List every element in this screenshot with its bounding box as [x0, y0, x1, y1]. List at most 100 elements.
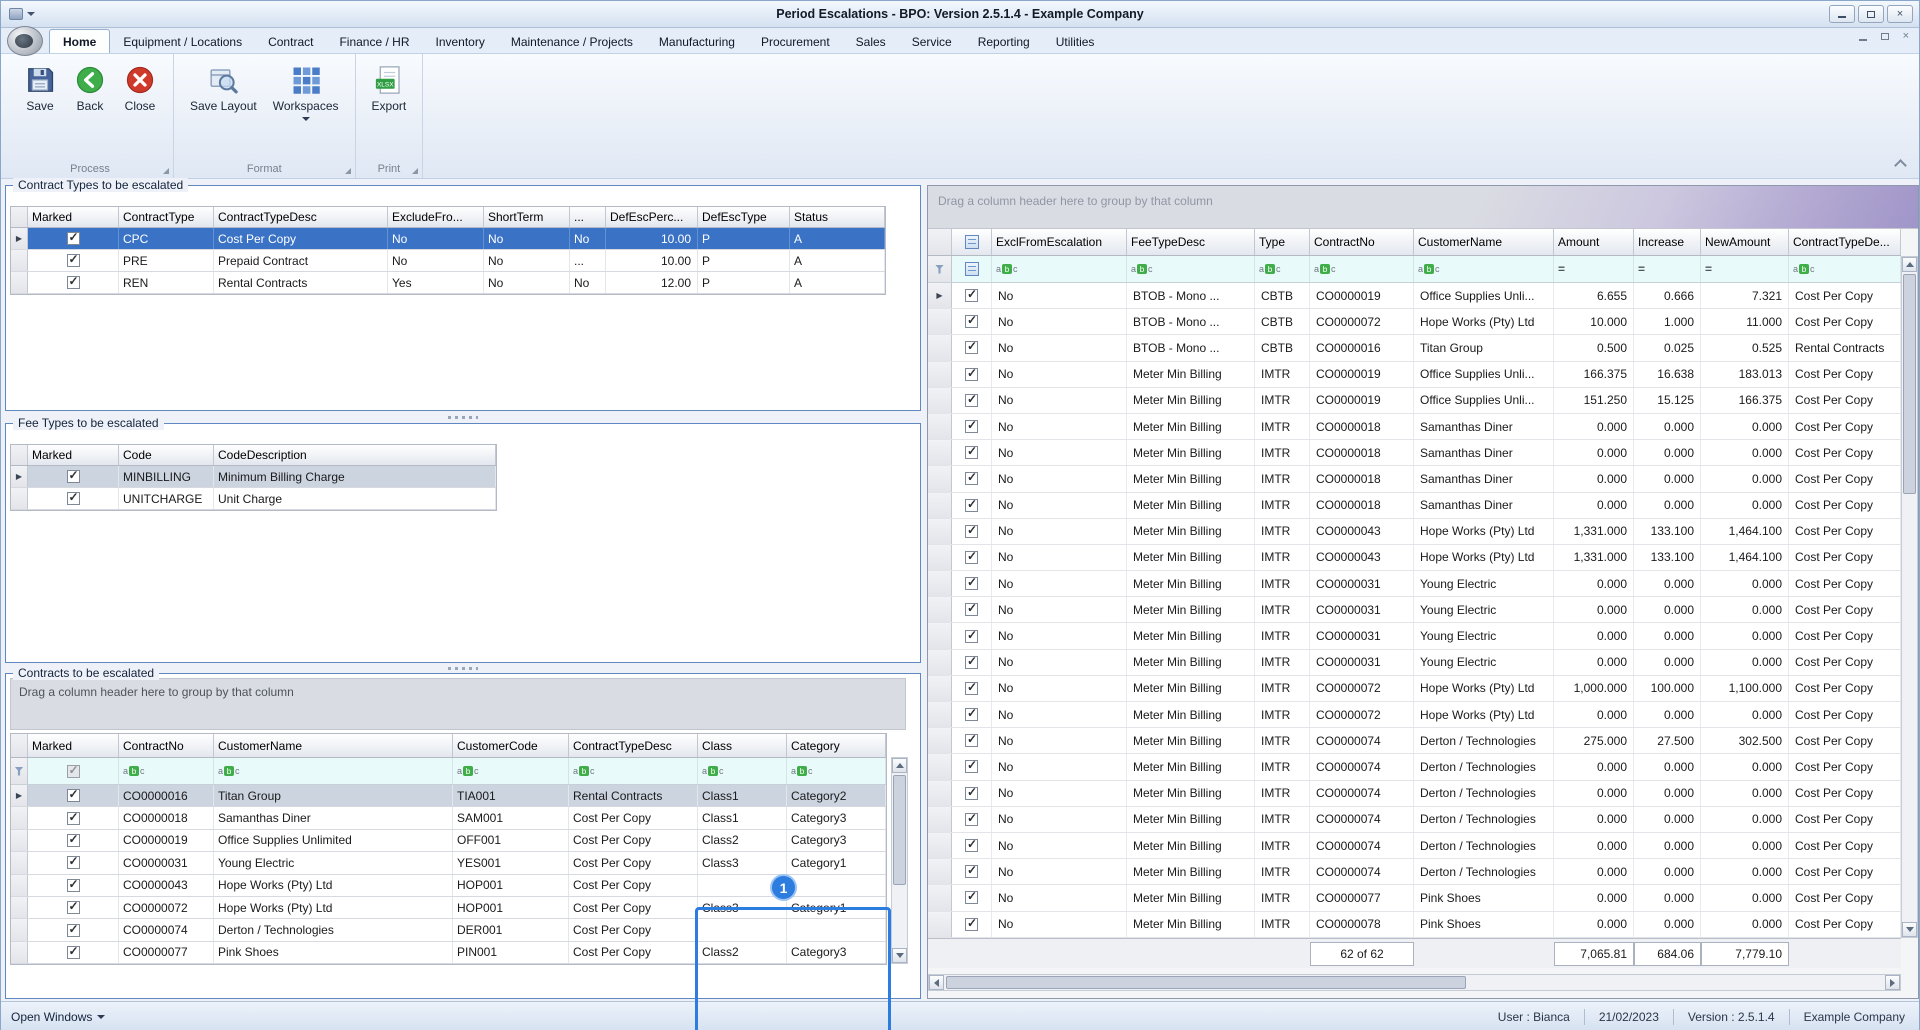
column-header-category[interactable]: Category — [787, 734, 886, 757]
checkbox-checked-icon[interactable] — [965, 446, 978, 459]
checkbox-checked-icon[interactable] — [965, 865, 978, 878]
column-header-amount[interactable]: Amount — [1554, 229, 1634, 255]
fee-type-row[interactable]: ▶ MINBILLING Minimum Billing Charge — [11, 466, 496, 488]
checkbox-checked-icon[interactable] — [67, 276, 80, 289]
ribbon-collapse-icon[interactable] — [1895, 158, 1905, 168]
checkbox-checked-icon[interactable] — [965, 918, 978, 931]
checkbox-checked-icon[interactable] — [67, 901, 80, 914]
checkbox-checked-icon[interactable] — [965, 525, 978, 538]
escalation-row[interactable]: No Meter Min Billing IMTR CO0000018 Sama… — [928, 414, 1901, 440]
column-header-marked[interactable]: Marked — [28, 734, 119, 757]
filter-marked[interactable] — [28, 758, 119, 784]
column-header-defescperc[interactable]: DefEscPerc... — [606, 207, 698, 227]
checkbox-checked-icon[interactable] — [67, 834, 80, 847]
filter-contracttypedesc[interactable] — [569, 758, 698, 784]
column-header-ellipsis[interactable]: ... — [570, 207, 606, 227]
ribbon-tab[interactable]: Manufacturing — [646, 30, 748, 53]
filter-amount[interactable] — [1554, 256, 1634, 282]
ribbon-tab[interactable]: Home — [49, 29, 110, 53]
contract-row[interactable]: CO0000031 Young Electric YES001 Cost Per… — [11, 852, 886, 874]
close-button[interactable]: × — [1887, 5, 1913, 23]
escalations-vertical-scrollbar[interactable] — [1901, 256, 1918, 938]
column-header-contractno[interactable]: ContractNo — [1310, 229, 1414, 255]
escalation-row[interactable]: No Meter Min Billing IMTR CO0000074 Dert… — [928, 754, 1901, 780]
ribbon-tab[interactable]: Finance / HR — [326, 30, 422, 53]
column-header-customername[interactable]: CustomerName — [1414, 229, 1554, 255]
select-all-header[interactable] — [952, 229, 992, 255]
column-header-shortterm[interactable]: ShortTerm — [484, 207, 570, 227]
checkbox-checked-icon[interactable] — [67, 946, 80, 959]
escalation-row[interactable]: No Meter Min Billing IMTR CO0000074 Dert… — [928, 728, 1901, 754]
escalation-row[interactable]: No Meter Min Billing IMTR CO0000074 Dert… — [928, 859, 1901, 885]
column-header-feetypedesc[interactable]: FeeTypeDesc — [1127, 229, 1255, 255]
column-header-status[interactable]: Status — [790, 207, 885, 227]
close-form-button[interactable]: Close — [117, 62, 163, 116]
contract-row[interactable]: CO0000018 Samanthas Diner SAM001 Cost Pe… — [11, 807, 886, 829]
escalation-row[interactable]: No Meter Min Billing IMTR CO0000077 Pink… — [928, 885, 1901, 911]
checkbox-checked-icon[interactable] — [965, 472, 978, 485]
checkbox-checked-icon[interactable] — [67, 470, 80, 483]
filter-contractno[interactable] — [119, 758, 214, 784]
filter-class[interactable] — [698, 758, 787, 784]
mdi-minimize-icon[interactable] — [1859, 39, 1867, 41]
contract-type-row[interactable]: ▶ CPC Cost Per Copy No No No 10.00 P A — [11, 228, 885, 250]
filter-increase[interactable] — [1634, 256, 1701, 282]
filter-exclfromescalation[interactable] — [992, 256, 1127, 282]
workspaces-button[interactable]: Workspaces — [267, 62, 345, 124]
checkbox-checked-icon[interactable] — [965, 499, 978, 512]
filter-contracttypedesc[interactable] — [1789, 256, 1901, 282]
dialog-launcher-icon[interactable] — [412, 168, 418, 174]
contract-row[interactable]: ▶ CO0000016 Titan Group TIA001 Rental Co… — [11, 785, 886, 807]
checkbox-checked-icon[interactable] — [67, 879, 80, 892]
column-header-contracttype[interactable]: ContractType — [119, 207, 214, 227]
scroll-down-button[interactable] — [892, 948, 907, 963]
checkbox-checked-icon[interactable] — [965, 630, 978, 643]
escalation-row[interactable]: No Meter Min Billing IMTR CO0000078 Pink… — [928, 912, 1901, 938]
escalation-row[interactable]: ▶ No BTOB - Mono ... CBTB CO0000019 Offi… — [928, 283, 1901, 309]
filter-customername[interactable] — [214, 758, 453, 784]
escalation-row[interactable]: No Meter Min Billing IMTR CO0000072 Hope… — [928, 676, 1901, 702]
checkbox-checked-icon[interactable] — [965, 394, 978, 407]
checkbox-checked-icon[interactable] — [67, 812, 80, 825]
ribbon-tab[interactable]: Contract — [255, 30, 326, 53]
scroll-down-button[interactable] — [1902, 922, 1917, 937]
workspaces-dropdown-icon[interactable] — [302, 117, 310, 121]
checkbox-checked-icon[interactable] — [965, 420, 978, 433]
escalation-row[interactable]: No Meter Min Billing IMTR CO0000031 Youn… — [928, 650, 1901, 676]
escalation-row[interactable]: No Meter Min Billing IMTR CO0000074 Dert… — [928, 781, 1901, 807]
scrollbar-thumb[interactable] — [1903, 274, 1916, 494]
save-layout-button[interactable]: Save Layout — [184, 62, 263, 116]
checkbox-checked-icon[interactable] — [965, 734, 978, 747]
column-header-code[interactable]: Code — [119, 445, 214, 465]
export-button[interactable]: XLSX Export — [366, 62, 413, 116]
checkbox-checked-icon[interactable] — [67, 789, 80, 802]
app-menu-button[interactable] — [7, 26, 43, 56]
ribbon-tab[interactable]: Service — [899, 30, 965, 53]
scroll-right-button[interactable] — [1885, 975, 1900, 990]
column-header-contracttypedesc[interactable]: ContractTypeDesc — [214, 207, 388, 227]
filter-select[interactable] — [952, 256, 992, 282]
ribbon-tab[interactable]: Inventory — [422, 30, 497, 53]
checkbox-checked-icon[interactable] — [67, 254, 80, 267]
scrollbar-thumb[interactable] — [893, 775, 906, 885]
mdi-close-icon[interactable]: × — [1903, 31, 1909, 42]
escalations-horizontal-scrollbar[interactable] — [928, 974, 1901, 991]
filter-type[interactable] — [1255, 256, 1310, 282]
ribbon-tab[interactable]: Reporting — [965, 30, 1043, 53]
back-button[interactable]: Back — [67, 62, 113, 116]
ribbon-tab[interactable]: Procurement — [748, 30, 843, 53]
scroll-up-button[interactable] — [892, 758, 907, 773]
escalation-row[interactable]: No Meter Min Billing IMTR CO0000043 Hope… — [928, 545, 1901, 571]
checkbox-checked-icon[interactable] — [965, 289, 978, 302]
checkbox-checked-icon[interactable] — [965, 891, 978, 904]
checkbox-checked-icon[interactable] — [67, 232, 80, 245]
filter-contractno[interactable] — [1310, 256, 1414, 282]
checkbox-checked-icon[interactable] — [67, 856, 80, 869]
escalation-row[interactable]: No Meter Min Billing IMTR CO0000031 Youn… — [928, 623, 1901, 649]
checkbox-checked-icon[interactable] — [965, 577, 978, 590]
filter-feetypedesc[interactable] — [1127, 256, 1255, 282]
checkbox-checked-icon[interactable] — [965, 603, 978, 616]
escalation-row[interactable]: No Meter Min Billing IMTR CO0000018 Sama… — [928, 493, 1901, 519]
column-header-codedescription[interactable]: CodeDescription — [214, 445, 496, 465]
scrollbar-thumb[interactable] — [946, 976, 1466, 989]
